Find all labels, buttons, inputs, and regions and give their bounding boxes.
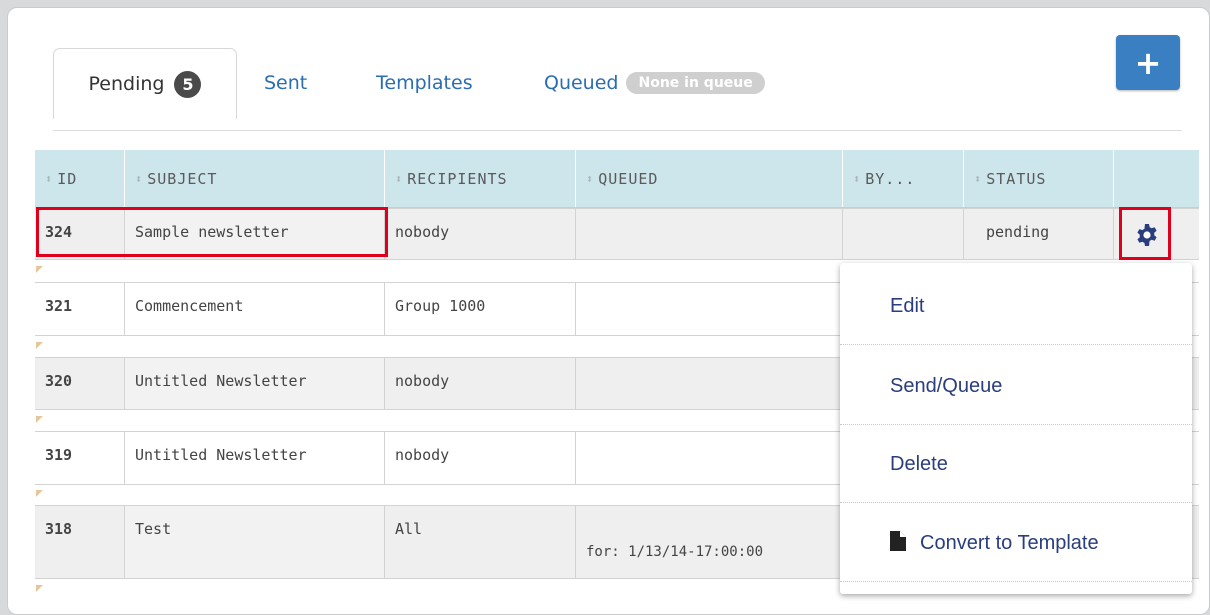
row-queued <box>576 358 843 409</box>
column-header-queued[interactable]: ⬍ QUEUED <box>576 150 843 207</box>
column-header-by[interactable]: ⬍ BY... <box>843 150 964 207</box>
row-id: 321 <box>35 283 125 335</box>
row-subject[interactable]: Untitled Newsletter <box>125 358 385 409</box>
sort-icon: ⬍ <box>974 171 983 186</box>
row-recipients: nobody <box>385 432 576 484</box>
row-subject[interactable]: Test <box>125 506 385 578</box>
tab-templates-label: Templates <box>376 72 473 94</box>
tab-queued[interactable]: Queued None in queue <box>544 48 765 118</box>
sort-icon: ⬍ <box>45 171 54 186</box>
sort-icon: ⬍ <box>135 171 144 186</box>
row-subject[interactable]: Commencement <box>125 283 385 335</box>
pending-count-badge: 5 <box>174 70 202 98</box>
row-actions-menu: Edit Send/Queue Delete Convert to Templa… <box>840 263 1192 594</box>
row-recipients: nobody <box>385 358 576 409</box>
menu-item-edit[interactable]: Edit <box>840 269 1192 345</box>
tab-pending[interactable]: Pending 5 <box>53 48 237 119</box>
sort-icon: ⬍ <box>395 171 404 186</box>
row-queued: for: 1/13/14-17:00:00 <box>576 506 843 578</box>
plus-icon: + <box>1134 43 1162 82</box>
row-actions-gear-button[interactable] <box>1121 209 1172 261</box>
sort-icon: ⬍ <box>853 171 862 186</box>
column-header-subject[interactable]: ⬍ SUBJECT <box>125 150 385 207</box>
tabs-divider <box>53 130 1182 131</box>
tab-sent[interactable]: Sent <box>264 48 307 118</box>
menu-item-send-queue[interactable]: Send/Queue <box>840 349 1192 425</box>
table-row[interactable]: 324 Sample newsletter nobody pending <box>35 208 1199 260</box>
row-id: 324 <box>35 209 125 259</box>
row-queued <box>576 209 843 259</box>
row-recipients: All <box>385 506 576 578</box>
row-marker <box>36 266 43 273</box>
row-id: 320 <box>35 358 125 409</box>
column-header-recipients[interactable]: ⬍ RECIPIENTS <box>385 150 576 207</box>
row-subject[interactable]: Sample newsletter <box>125 209 385 259</box>
row-marker <box>36 342 43 349</box>
document-icon <box>890 530 906 557</box>
queue-status-pill: None in queue <box>626 72 765 94</box>
row-marker <box>36 585 43 592</box>
newsletter-panel: Pending 5 Sent Templates Queued None in … <box>7 7 1210 615</box>
column-header-status[interactable]: ⬍ STATUS <box>964 150 1114 207</box>
tab-templates[interactable]: Templates <box>376 48 473 118</box>
row-status: pending <box>964 209 1114 259</box>
column-header-id[interactable]: ⬍ ID <box>35 150 125 207</box>
row-queued <box>576 432 843 484</box>
row-marker <box>36 416 43 423</box>
row-by <box>843 209 964 259</box>
row-recipients: nobody <box>385 209 576 259</box>
row-subject[interactable]: Untitled Newsletter <box>125 432 385 484</box>
add-newsletter-button[interactable]: + <box>1116 35 1180 90</box>
row-marker <box>36 490 43 497</box>
table-header: ⬍ ID ⬍ SUBJECT ⬍ RECIPIENTS ⬍ QUEUED ⬍ BY... … <box>35 150 1199 208</box>
gear-icon <box>1136 224 1157 246</box>
row-id: 319 <box>35 432 125 484</box>
row-id: 318 <box>35 506 125 578</box>
row-queued <box>576 283 843 335</box>
row-recipients: Group 1000 <box>385 283 576 335</box>
menu-item-convert-to-template[interactable]: Convert to Template <box>840 506 1192 582</box>
sort-icon: ⬍ <box>586 171 595 186</box>
tab-pending-label: Pending <box>88 73 165 95</box>
menu-item-delete[interactable]: Delete <box>840 427 1192 503</box>
column-header-actions <box>1114 150 1199 207</box>
tab-sent-label: Sent <box>264 72 308 94</box>
tab-queued-label: Queued <box>544 72 619 94</box>
